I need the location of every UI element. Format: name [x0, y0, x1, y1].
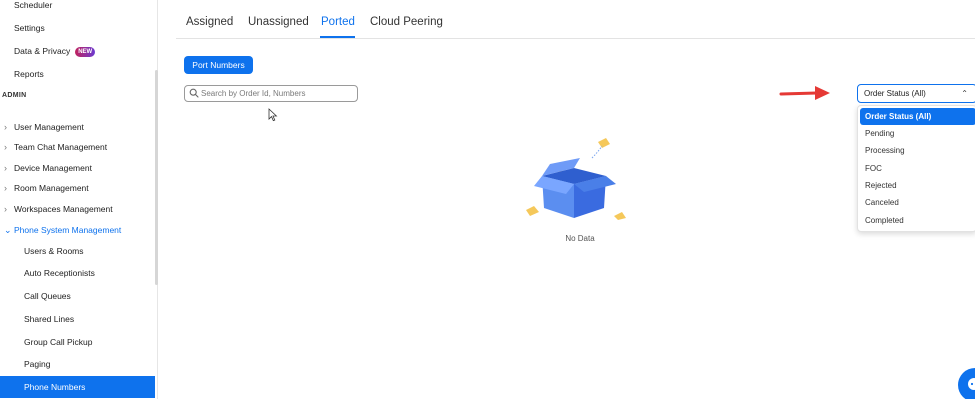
sidebar-item-label: Group Call Pickup	[24, 337, 93, 347]
sidebar-item-user-management[interactable]: › User Management	[0, 116, 155, 138]
search-icon	[189, 88, 199, 98]
tab-unassigned[interactable]: Unassigned	[248, 16, 309, 28]
option-rejected[interactable]: Rejected	[860, 177, 975, 194]
sidebar-item-label: Call Queues	[24, 291, 71, 301]
sidebar-item-label: Paging	[24, 359, 51, 369]
option-order-status-all[interactable]: Order Status (All)	[860, 108, 975, 125]
sidebar-item-room-management[interactable]: › Room Management	[0, 177, 155, 199]
sidebar-item-reports[interactable]: Reports	[0, 63, 155, 85]
sidebar-item-label: Data & Privacy	[14, 46, 71, 56]
sidebar-item-users-rooms[interactable]: Users & Rooms	[0, 240, 155, 262]
sidebar-item-label: Settings	[14, 23, 45, 33]
tab-cloud-peering[interactable]: Cloud Peering	[370, 16, 443, 28]
chevron-right-icon: ›	[4, 142, 7, 152]
sidebar-item-label: Auto Receptionists	[24, 268, 95, 278]
option-completed[interactable]: Completed	[860, 212, 975, 229]
chevron-right-icon: ›	[4, 183, 7, 193]
chevron-right-icon: ›	[4, 163, 7, 173]
new-badge: NEW	[75, 47, 96, 57]
order-status-dropdown: Order Status (All) Pending Processing FO…	[857, 105, 975, 232]
search-box[interactable]	[184, 85, 358, 102]
sidebar-item-auto-receptionists[interactable]: Auto Receptionists	[0, 262, 155, 284]
sidebar-item-label: Reports	[14, 69, 44, 79]
sidebar-item-shared-lines[interactable]: Shared Lines	[0, 308, 155, 330]
sidebar-item-call-queues[interactable]: Call Queues	[0, 285, 155, 307]
sidebar-section-admin: ADMIN	[2, 92, 27, 99]
sidebar-item-team-chat-management[interactable]: › Team Chat Management	[0, 136, 155, 158]
port-numbers-button[interactable]: Port Numbers	[184, 56, 253, 74]
sidebar-item-label: User Management	[14, 122, 84, 132]
sidebar-item-device-management[interactable]: › Device Management	[0, 157, 155, 179]
sidebar-scrollbar[interactable]	[155, 70, 158, 285]
sidebar-item-phone-system-management[interactable]: ⌄ Phone System Management	[0, 219, 155, 241]
sidebar-item-workspaces-management[interactable]: › Workspaces Management	[0, 198, 155, 220]
sidebar-item-group-call-pickup[interactable]: Group Call Pickup	[0, 331, 155, 353]
option-processing[interactable]: Processing	[860, 142, 975, 159]
tabs-divider	[176, 38, 975, 39]
sidebar-item-label: Device Management	[14, 163, 92, 173]
mouse-cursor-icon	[268, 108, 278, 122]
sidebar-item-label: Room Management	[14, 183, 89, 193]
sidebar: Scheduler Settings Data & Privacy NEW Rep…	[0, 0, 158, 399]
option-canceled[interactable]: Canceled	[860, 194, 975, 211]
order-status-select[interactable]: Order Status (All) ⌃	[857, 84, 975, 103]
tab-ported[interactable]: Ported	[321, 16, 355, 28]
red-arrow-icon	[779, 86, 830, 100]
chevron-right-icon: ›	[4, 204, 7, 214]
sidebar-item-paging[interactable]: Paging	[0, 353, 155, 375]
empty-box-illustration	[526, 138, 626, 220]
option-foc[interactable]: FOC	[860, 160, 975, 177]
sidebar-item-phone-numbers[interactable]: Phone Numbers	[0, 376, 155, 398]
search-input[interactable]	[201, 87, 353, 100]
sidebar-item-data-privacy[interactable]: Data & Privacy NEW	[0, 40, 155, 62]
tab-assigned[interactable]: Assigned	[186, 16, 233, 28]
sidebar-item-label: Team Chat Management	[14, 142, 108, 152]
chevron-right-icon: ›	[4, 122, 7, 132]
sidebar-item-settings[interactable]: Settings	[0, 17, 155, 39]
help-chat-button[interactable]	[958, 368, 975, 399]
option-pending[interactable]: Pending	[860, 125, 975, 142]
sidebar-item-label: Phone System Management	[14, 225, 122, 235]
order-status-selected-value: Order Status (All)	[864, 89, 926, 98]
sidebar-item-label: Shared Lines	[24, 314, 75, 324]
empty-state-text: No Data	[565, 234, 595, 243]
chevron-up-icon: ⌃	[961, 89, 968, 98]
sidebar-item-label: Users & Rooms	[24, 246, 84, 256]
sidebar-item-label: Scheduler	[14, 0, 53, 10]
sidebar-item-scheduler[interactable]: Scheduler	[0, 0, 155, 16]
chevron-down-icon: ⌄	[4, 225, 12, 235]
sidebar-item-label: Phone Numbers	[24, 382, 86, 392]
chat-bubble-icon	[968, 378, 975, 390]
sidebar-item-label: Workspaces Management	[14, 204, 113, 214]
